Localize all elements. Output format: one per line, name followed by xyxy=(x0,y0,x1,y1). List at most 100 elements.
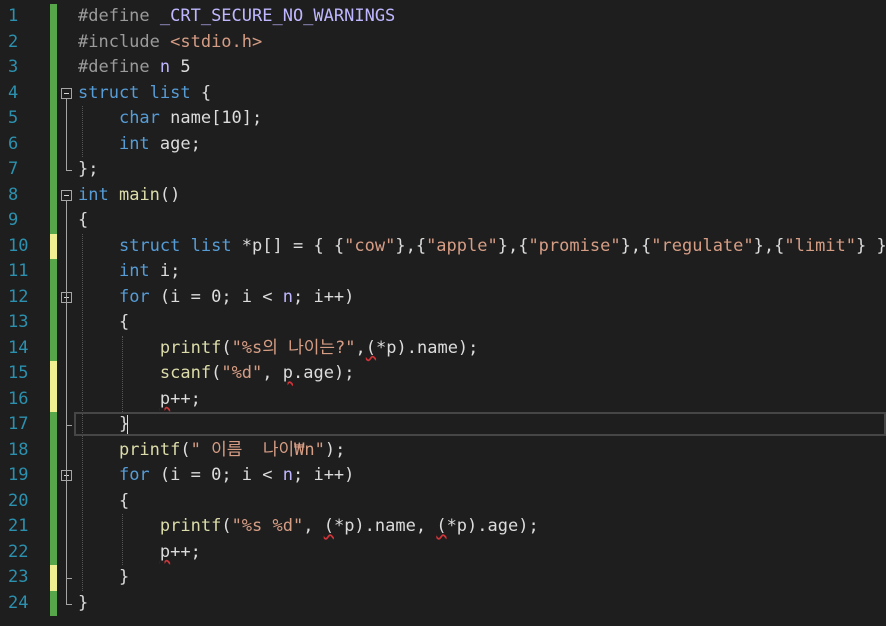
change-indicator xyxy=(50,386,57,412)
code-token: #define xyxy=(78,57,160,77)
code-line[interactable]: 19 for (i = 0; i < n; i++) xyxy=(0,463,886,489)
change-indicator xyxy=(50,437,57,463)
code-token: <stdio.h> xyxy=(170,31,263,52)
line-number: 3 xyxy=(8,57,19,77)
code-token: int xyxy=(118,133,150,154)
code-line[interactable]: 5 char name[10]; xyxy=(0,106,886,132)
code-text: int age; xyxy=(78,132,201,158)
code-token: name[10]; xyxy=(159,108,263,128)
change-indicator xyxy=(50,259,57,285)
code-token: ( xyxy=(180,439,191,460)
code-token: "%d" xyxy=(221,363,263,383)
change-indicator xyxy=(50,55,57,81)
code-token: ; i++) xyxy=(292,465,355,485)
code-token: for xyxy=(118,286,150,307)
code-line[interactable]: 15 scanf("%d", p.age); xyxy=(0,361,886,387)
line-number: 4 xyxy=(8,82,19,103)
collapse-icon[interactable] xyxy=(61,189,72,201)
code-line[interactable]: 21 printf("%s %d", (*p).name, (*p).age); xyxy=(0,514,886,540)
code-text: } xyxy=(78,591,88,617)
code-line[interactable]: 22 p++; xyxy=(0,539,886,565)
code-text: struct list *p[] = { {"cow"},{"apple"},{… xyxy=(78,234,886,260)
code-text: p++; xyxy=(78,387,201,413)
code-token: *p[] = { { xyxy=(231,235,345,256)
line-number: 20 xyxy=(8,490,29,511)
code-line[interactable]: 23 } xyxy=(0,565,886,591)
line-number: 21 xyxy=(8,516,29,536)
code-line[interactable]: 18 printf(" 이름 나이₩n"); xyxy=(0,437,886,463)
code-line[interactable]: 7}; xyxy=(0,157,886,183)
code-line[interactable]: 24} xyxy=(0,590,886,617)
code-line[interactable]: 4 struct list { xyxy=(0,80,886,107)
code-token: { xyxy=(190,82,212,103)
code-line[interactable]: 6 int age; xyxy=(0,131,886,158)
code-token: },{ xyxy=(395,235,427,256)
code-token: () xyxy=(159,184,181,205)
code-text: int main() xyxy=(78,183,180,209)
code-text: for (i = 0; i < n; i++) xyxy=(78,285,354,311)
change-indicator xyxy=(50,335,57,361)
code-line[interactable]: 11 int i; xyxy=(0,259,886,285)
code-line[interactable]: 14 printf("%s의 나이는?",(*p).name); xyxy=(0,335,886,362)
code-text: struct list { xyxy=(78,81,211,107)
code-token: age; xyxy=(149,133,201,154)
code-line[interactable]: 20 { xyxy=(0,488,886,514)
change-indicator xyxy=(50,131,57,157)
code-token: *p).name); xyxy=(376,337,479,358)
line-number: 14 xyxy=(8,337,29,358)
code-token: } xyxy=(78,592,89,613)
line-number: 22 xyxy=(8,541,29,562)
change-indicator xyxy=(50,539,57,565)
code-text: #define n 5 xyxy=(78,55,191,81)
code-token: },{ xyxy=(497,235,529,256)
code-token: printf xyxy=(159,516,222,536)
change-indicator xyxy=(50,565,57,591)
code-token: { xyxy=(78,490,130,511)
code-text: } xyxy=(78,565,129,591)
code-token: n xyxy=(282,286,293,307)
code-token: },{ xyxy=(620,235,652,256)
code-token: ; i++) xyxy=(292,286,355,307)
code-token: char xyxy=(118,108,160,128)
code-text: }; xyxy=(78,157,98,183)
line-number: 11 xyxy=(8,261,29,281)
current-line-highlight xyxy=(74,412,886,436)
line-number: 18 xyxy=(8,439,29,460)
code-editor[interactable]: 1 #define _CRT_SECURE_NO_WARNINGS 2 #includ… xyxy=(0,0,886,626)
code-line[interactable]: 10 struct list *p[] = { {"cow"},{"apple"… xyxy=(0,233,886,260)
code-line[interactable]: 2 #include <stdio.h> xyxy=(0,29,886,55)
code-token: "%s %d" xyxy=(231,516,304,536)
code-text: printf("%s의 나이는?",(*p).name); xyxy=(78,336,479,362)
code-text: printf("%s %d", (*p).name, (*p).age); xyxy=(78,514,539,540)
code-token: , xyxy=(262,363,283,383)
code-token: ( xyxy=(365,337,377,358)
code-token: , xyxy=(355,337,366,358)
line-number: 10 xyxy=(8,235,29,256)
code-token: }; xyxy=(78,159,99,179)
code-token: " 이름 나이₩n" xyxy=(190,439,325,460)
code-token: #include xyxy=(78,31,171,52)
code-line[interactable]: 16 p++; xyxy=(0,386,886,413)
code-token: main xyxy=(118,184,160,205)
line-number: 1 xyxy=(8,6,19,26)
code-token: printf xyxy=(159,337,222,358)
code-token: { xyxy=(78,210,89,230)
code-token: p xyxy=(159,388,171,409)
code-line[interactable]: 8 int main() xyxy=(0,182,886,209)
code-token: n xyxy=(159,57,171,77)
code-line[interactable]: 3 #define n 5 xyxy=(0,55,886,81)
change-indicator xyxy=(50,182,57,208)
change-indicator xyxy=(50,4,57,30)
code-line[interactable]: 1 #define _CRT_SECURE_NO_WARNINGS xyxy=(0,4,886,30)
code-token: "apple" xyxy=(426,235,498,256)
code-line[interactable]: 13 { xyxy=(0,310,886,336)
collapse-icon[interactable] xyxy=(61,87,72,99)
code-line[interactable]: 9{ xyxy=(0,208,886,234)
code-line[interactable]: 12 for (i = 0; i < n; i++) xyxy=(0,284,886,311)
code-token: , xyxy=(303,516,324,536)
code-text: char name[10]; xyxy=(78,106,262,132)
